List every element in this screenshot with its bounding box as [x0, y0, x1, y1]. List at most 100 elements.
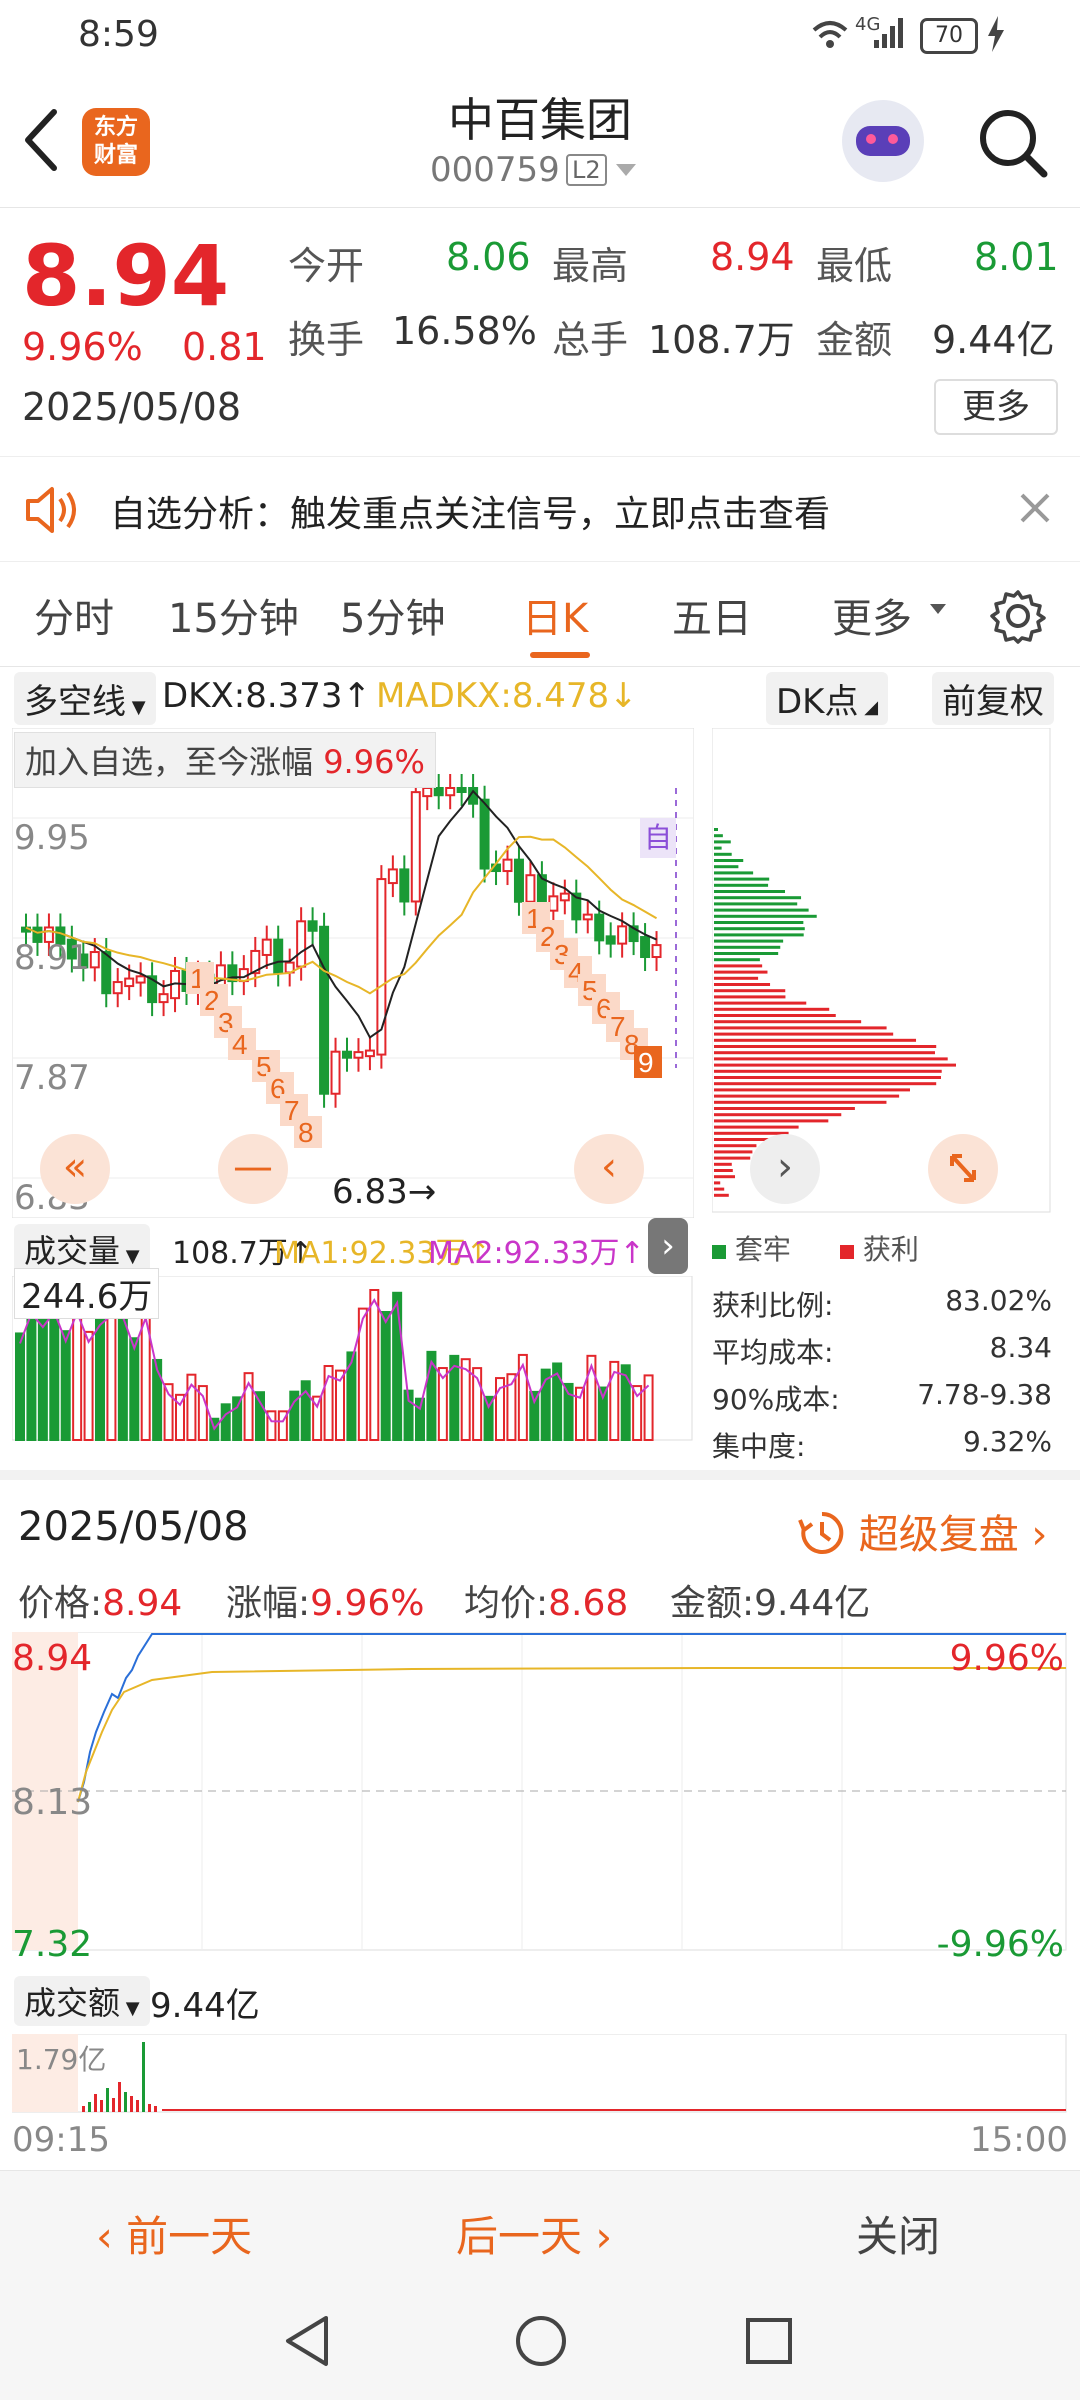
chip-bar — [714, 1187, 725, 1191]
history-clock-icon — [798, 1511, 844, 1554]
chip-bar — [714, 1026, 887, 1030]
chip-bar — [714, 902, 798, 906]
quote-panel: 8.94 9.96% 0.81 2025/05/08 今开 8.06 最高 8.… — [0, 207, 1080, 454]
watchlist-gain-value: 9.96% — [323, 743, 425, 781]
chip-bar — [714, 970, 768, 974]
chip-bar — [714, 1113, 842, 1117]
intraday-date: 2025/05/08 — [18, 1504, 249, 1550]
candle-body — [342, 1050, 352, 1059]
chip-bar — [714, 1001, 807, 1005]
watchlist-gain-prefix: 加入自选，至今涨幅 — [25, 743, 314, 781]
chip-bar — [714, 1088, 910, 1092]
robot-assistant-icon[interactable] — [842, 100, 924, 182]
chip-bar — [714, 933, 804, 937]
period-tabs: 分时 15分钟 5分钟 日K 五日 更多 — [0, 560, 1080, 667]
self-marker: 自 — [640, 818, 676, 858]
chip-bar — [714, 1069, 942, 1073]
candle-body — [387, 868, 398, 885]
volume-bar — [106, 1304, 117, 1442]
dropdown-triangle-icon[interactable] — [616, 164, 636, 178]
turnover-value: 9.44亿 — [150, 1986, 260, 2026]
chip-bar — [714, 921, 804, 924]
chip-bar — [714, 890, 786, 893]
chip-bar — [714, 828, 718, 831]
sell-signal-digit: 9 — [638, 1047, 654, 1078]
low-value: 8.01 — [974, 235, 1059, 279]
candle-body — [594, 913, 605, 942]
analysis-banner[interactable]: 自选分析：触发重点关注信号，立即点击查看 — [0, 456, 1080, 562]
stock-name: 中百集团 — [448, 93, 632, 147]
tab-minute[interactable]: 分时 — [34, 586, 114, 644]
turnover-bar — [88, 2102, 91, 2112]
chip-bar — [714, 840, 731, 844]
close-icon[interactable] — [1018, 491, 1052, 525]
watchlist-gain-note: 加入自选，至今涨幅 9.96% — [14, 732, 436, 788]
chip-next-button[interactable]: › — [750, 1134, 820, 1204]
dk-point-button[interactable]: DK点 ◢ — [766, 672, 889, 725]
indicator-select[interactable]: 多空线 ▼ — [14, 672, 156, 725]
turnover-value: 16.58% — [392, 309, 537, 353]
expand-chart-arrow[interactable]: › — [648, 1218, 688, 1274]
search-icon[interactable] — [976, 106, 1050, 180]
candle-body — [101, 951, 112, 995]
ma2-value: MA2:92.33万 — [428, 1236, 620, 1271]
scroll-left-button[interactable]: « — [40, 1134, 110, 1204]
candle-body — [410, 791, 421, 903]
status-bar: 8:59 4G 70 — [0, 0, 1080, 72]
turnover-select[interactable]: 成交额 ▼ — [14, 1976, 150, 2026]
chip-bar — [714, 995, 786, 999]
more-button[interactable]: 更多 — [934, 379, 1058, 435]
volume-bar — [83, 1330, 94, 1442]
candle-body — [319, 925, 330, 1095]
chip-bar — [714, 1076, 941, 1079]
tab-more[interactable]: 更多 — [832, 586, 912, 644]
fullscreen-icon[interactable] — [928, 1134, 998, 1204]
volume-bar — [49, 1300, 60, 1442]
next-day-button[interactable]: 后一天 › — [456, 2203, 612, 2264]
next-day-label: 后一天 — [456, 2212, 583, 2261]
settings-gear-icon[interactable] — [990, 588, 1046, 644]
level2-badge[interactable]: L2 — [566, 154, 607, 186]
volume-label: 总手 — [552, 318, 629, 362]
tab-daily-k[interactable]: 日K — [522, 586, 588, 644]
chip-bar — [714, 1014, 836, 1017]
turnover-bar — [154, 2106, 157, 2112]
nav-recents-icon[interactable] — [744, 2316, 794, 2366]
candle-body — [158, 993, 169, 1004]
chip-bar — [714, 865, 739, 869]
intraday-y-mid: 8.13 — [12, 1782, 93, 1823]
tab-5min[interactable]: 5分钟 — [340, 586, 445, 644]
candle-body — [124, 977, 135, 988]
banner-text: 自选分析：触发重点关注信号，立即点击查看 — [110, 494, 831, 535]
scroll-right-button[interactable]: ‹ — [574, 1134, 644, 1204]
chip-bar — [714, 846, 722, 850]
chip-bar — [714, 896, 802, 900]
turnover-bar — [148, 2104, 151, 2112]
super-replay-link[interactable]: 超级复盘 › — [798, 1502, 1047, 1560]
zoom-out-button[interactable]: — — [218, 1134, 288, 1204]
nav-back-icon[interactable] — [282, 2314, 332, 2368]
turnover-bar — [142, 2042, 145, 2112]
prev-day-button[interactable]: ‹ 前一天 — [96, 2203, 252, 2264]
adjust-button[interactable]: 前复权 — [932, 672, 1054, 725]
app-logo[interactable]: 东方 财富 — [82, 108, 150, 176]
close-button[interactable]: 关闭 — [856, 2203, 940, 2264]
price-line — [77, 1633, 1066, 1803]
chip-stat-value: 83.02% — [945, 1284, 1052, 1317]
tab-15min[interactable]: 15分钟 — [168, 586, 299, 644]
legend-trapped-label: 套牢 — [734, 1233, 791, 1266]
chip-stat-value: 7.78-9.38 — [917, 1378, 1052, 1411]
volume-indicator-select[interactable]: 成交量 ▼ — [14, 1224, 150, 1274]
more-dropdown-icon[interactable] — [930, 604, 946, 616]
tab-five-day[interactable]: 五日 — [672, 586, 752, 644]
nav-home-icon[interactable] — [514, 2314, 568, 2368]
turnover-bar — [136, 2100, 139, 2112]
volume-bar — [15, 1332, 25, 1441]
candle-body — [479, 798, 490, 870]
dkx-text: DKX:8.373 — [162, 676, 343, 716]
chip-bar — [714, 989, 786, 993]
low-label: 最低 — [816, 244, 893, 288]
back-arrow-icon[interactable] — [22, 108, 62, 172]
dkx-value: DKX:8.373↑ — [162, 676, 371, 716]
intraday-price-chart[interactable] — [12, 1632, 1068, 1952]
